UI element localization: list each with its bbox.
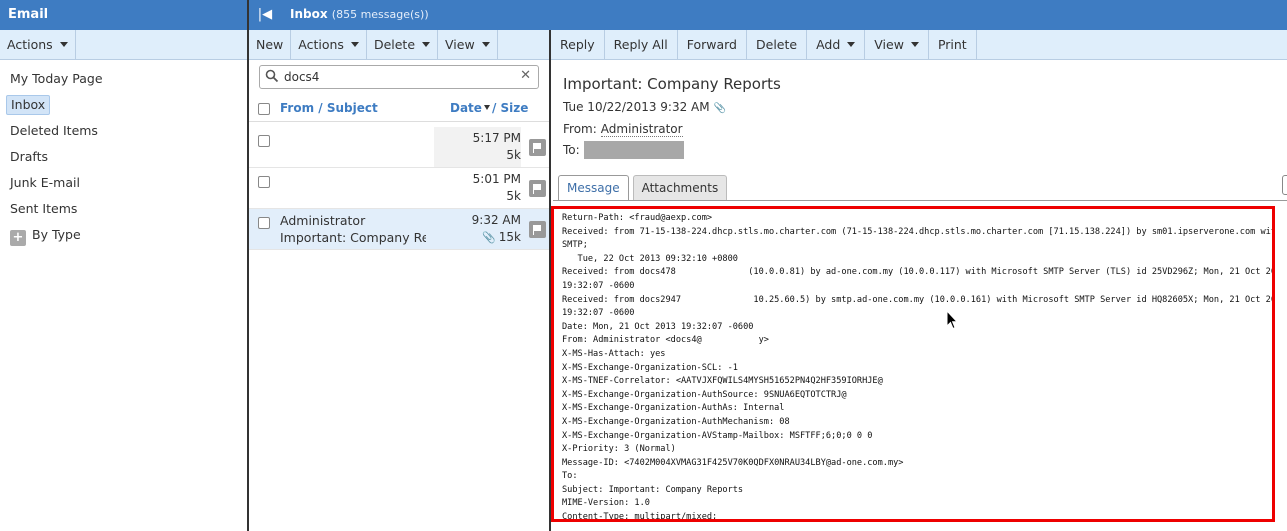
chevron-down-icon bbox=[350, 42, 359, 47]
sort-desc-icon bbox=[483, 105, 490, 110]
sidebar-item-drafts[interactable]: Drafts bbox=[6, 147, 52, 167]
message-size: 5k bbox=[506, 189, 521, 203]
chevron-down-icon bbox=[847, 42, 856, 47]
list-delete-button[interactable]: Delete bbox=[367, 30, 439, 59]
reading-toolbar: Reply Reply All Forward Delete Add View … bbox=[551, 30, 1287, 60]
view-button[interactable]: View bbox=[865, 30, 929, 59]
clear-search-icon[interactable]: ✕ bbox=[520, 68, 531, 83]
message-from-line: From: Administrator bbox=[563, 122, 683, 137]
message-row[interactable]: 5:17 PM 5k bbox=[249, 127, 549, 168]
message-size: 5k bbox=[506, 148, 521, 162]
message-checkbox[interactable] bbox=[258, 176, 270, 188]
paperclip-icon: 📎 bbox=[482, 231, 496, 244]
delete-button[interactable]: Delete bbox=[747, 30, 808, 59]
tab-message[interactable]: Message bbox=[558, 175, 629, 201]
search-box: ✕ bbox=[259, 65, 539, 89]
redacted-recipient bbox=[583, 141, 684, 159]
top-bar: Email |◀ Inbox (855 message(s)) bbox=[0, 0, 1287, 30]
message-subject-heading: Important: Company Reports bbox=[563, 75, 781, 93]
search-icon bbox=[265, 69, 279, 83]
message-size: 📎 15k bbox=[482, 230, 521, 244]
sidebar-toolbar: Actions bbox=[0, 30, 247, 60]
list-toolbar: New Actions Delete View bbox=[249, 30, 549, 60]
message-row[interactable]: 5:01 PM 5k bbox=[249, 168, 549, 209]
list-view-button[interactable]: View bbox=[438, 30, 498, 59]
chevron-down-icon bbox=[59, 42, 68, 47]
splitter-left[interactable] bbox=[247, 0, 249, 531]
forward-button[interactable]: Forward bbox=[678, 30, 747, 59]
flag-icon[interactable] bbox=[529, 180, 546, 197]
sidebar-item-by-type[interactable]: + By Type bbox=[6, 225, 85, 246]
collapse-sidebar-icon[interactable]: |◀ bbox=[256, 6, 274, 24]
chevron-down-icon bbox=[422, 42, 431, 47]
select-all-checkbox[interactable] bbox=[258, 103, 270, 115]
message-count: (855 message(s)) bbox=[331, 8, 429, 21]
sidebar-item-my-today-page[interactable]: My Today Page bbox=[6, 69, 107, 89]
message-time: 5:01 PM bbox=[472, 172, 521, 186]
list-actions-button[interactable]: Actions bbox=[291, 30, 367, 59]
print-button[interactable]: Print bbox=[929, 30, 977, 59]
reply-button[interactable]: Reply bbox=[551, 30, 605, 59]
app-title: Email bbox=[8, 7, 49, 22]
chevron-down-icon bbox=[910, 42, 919, 47]
message-from: Administrator bbox=[280, 213, 366, 228]
message-time: 5:17 PM bbox=[472, 131, 521, 145]
pane-resize-handle[interactable] bbox=[1282, 175, 1287, 195]
message-headers-text: Return-Path: <fraud@aexp.com> Received: … bbox=[562, 213, 1275, 522]
message-date: Tue 10/22/2013 9:32 AM 📎 bbox=[563, 100, 726, 114]
message-tabs: Message Attachments bbox=[558, 175, 731, 201]
sort-from-subject[interactable]: From / Subject bbox=[280, 101, 378, 115]
message-to-line: To: bbox=[563, 141, 684, 159]
message-checkbox[interactable] bbox=[258, 217, 270, 229]
expand-plus-icon[interactable]: + bbox=[10, 230, 26, 246]
message-time: 9:32 AM bbox=[471, 213, 521, 227]
sidebar-actions-button[interactable]: Actions bbox=[0, 30, 76, 59]
message-subject: Important: Company Reports bbox=[280, 230, 426, 245]
reply-all-button[interactable]: Reply All bbox=[605, 30, 678, 59]
add-button[interactable]: Add bbox=[807, 30, 866, 59]
sidebar-item-sent-items[interactable]: Sent Items bbox=[6, 199, 81, 219]
sidebar-item-deleted-items[interactable]: Deleted Items bbox=[6, 121, 102, 141]
folder-sidebar: My Today Page Inbox Deleted Items Drafts… bbox=[0, 60, 247, 531]
from-label: From: bbox=[563, 122, 597, 136]
search-input[interactable] bbox=[284, 68, 514, 86]
sender-name[interactable]: Administrator bbox=[600, 122, 683, 137]
sort-date-size[interactable]: Date / Size bbox=[450, 101, 528, 115]
folder-header: Inbox (855 message(s)) bbox=[290, 7, 429, 21]
paperclip-icon: 📎 bbox=[713, 103, 726, 114]
chevron-down-icon bbox=[481, 42, 490, 47]
to-label: To: bbox=[563, 143, 580, 157]
mouse-cursor-icon bbox=[946, 310, 958, 330]
message-headers-box: Return-Path: <fraud@aexp.com> Received: … bbox=[551, 206, 1275, 522]
folder-name: Inbox bbox=[290, 7, 328, 21]
new-button[interactable]: New bbox=[249, 30, 292, 59]
sidebar-item-junk-email[interactable]: Junk E-mail bbox=[6, 173, 84, 193]
message-row[interactable]: Administrator Important: Company Reports… bbox=[249, 209, 549, 250]
tab-attachments[interactable]: Attachments bbox=[632, 175, 728, 201]
flag-icon[interactable] bbox=[529, 139, 546, 156]
list-header: From / Subject Date / Size bbox=[249, 96, 549, 122]
sidebar-item-inbox[interactable]: Inbox bbox=[6, 95, 51, 115]
message-checkbox[interactable] bbox=[258, 135, 270, 147]
flag-icon[interactable] bbox=[529, 221, 546, 238]
